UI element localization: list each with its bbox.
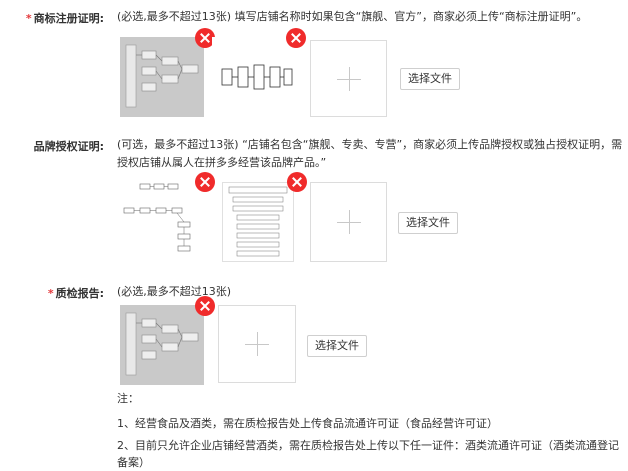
close-circle-icon[interactable] <box>195 172 215 192</box>
brand-thumb-1[interactable] <box>120 182 206 262</box>
trademark-add-tile[interactable] <box>310 40 387 117</box>
process-image <box>221 64 293 90</box>
trademark-thumb-2[interactable] <box>212 37 296 117</box>
quality-label: * 质检报告: <box>47 287 104 300</box>
close-circle-icon[interactable] <box>287 172 307 192</box>
brand-choose-file-button[interactable]: 选择文件 <box>398 212 458 234</box>
flowchart-image <box>125 312 199 376</box>
brand-add-tile[interactable] <box>310 182 387 262</box>
notes-title: 注： <box>117 392 139 405</box>
required-mark: * <box>47 287 54 300</box>
quality-add-tile[interactable] <box>218 305 296 383</box>
document-image <box>228 186 288 257</box>
trademark-choose-file-button[interactable]: 选择文件 <box>400 68 460 90</box>
brand-label: 品牌授权证明: <box>33 140 104 153</box>
trademark-thumb-1[interactable] <box>120 37 204 117</box>
flowchart-image <box>123 183 191 252</box>
brand-thumb-2[interactable] <box>222 182 294 262</box>
flowchart-image <box>125 44 199 108</box>
close-circle-icon[interactable] <box>286 28 306 48</box>
close-circle-icon[interactable] <box>195 296 215 316</box>
quality-thumb-1[interactable] <box>120 305 204 385</box>
quality-desc: (必选,最多不超过13张) <box>117 285 232 298</box>
required-mark: * <box>25 12 32 25</box>
brand-desc: (可选，最多不超过13张) “店铺名包含“旗舰、专卖、专营”，商家必须上传品牌授… <box>117 138 623 169</box>
trademark-label: * 商标注册证明: <box>25 12 104 25</box>
trademark-desc: (必选,最多不超过13张) 填写店铺名称时如果包含“旗舰、官方”，商家必须上传“… <box>117 10 588 23</box>
note-item: 1、经营食品及酒类，需在质检报告处上传食品流通许可证（食品经营许可证） <box>117 417 498 430</box>
quality-choose-file-button[interactable]: 选择文件 <box>307 335 367 357</box>
